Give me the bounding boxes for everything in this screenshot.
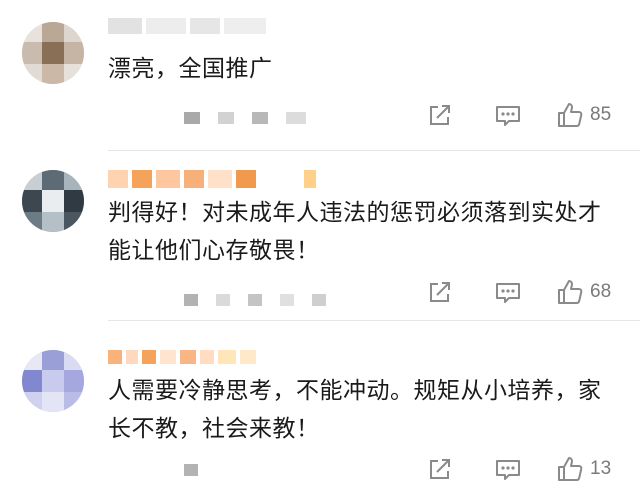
avatar[interactable] bbox=[22, 22, 84, 84]
like-button[interactable]: 13 bbox=[556, 455, 611, 483]
like-count: 68 bbox=[590, 281, 612, 302]
reply-button[interactable] bbox=[494, 458, 522, 482]
comment-text: 人需要冷静思考，不能冲动。规矩从小培养，家长不教，社会来教！ bbox=[108, 378, 602, 442]
comment-icon bbox=[496, 283, 520, 303]
comment-item: 漂亮，全国推广 85 bbox=[0, 0, 640, 150]
share-square-arrow-icon bbox=[430, 459, 450, 479]
comment-text: 漂亮，全国推广 bbox=[108, 56, 273, 82]
share-button[interactable] bbox=[427, 458, 453, 482]
like-count: 13 bbox=[590, 458, 612, 479]
share-button[interactable] bbox=[427, 281, 453, 305]
comment-item: 人需要冷静思考，不能冲动。规矩从小培养，家长不教，社会来教！ 13 bbox=[0, 320, 640, 490]
avatar[interactable] bbox=[22, 170, 84, 232]
thumbs-up-icon bbox=[558, 457, 583, 481]
thumbs-up-icon bbox=[558, 280, 583, 304]
comment-icon bbox=[496, 460, 520, 480]
share-button[interactable] bbox=[427, 104, 453, 128]
thumbs-up-icon bbox=[558, 103, 583, 127]
comment-meta-blurred bbox=[184, 112, 306, 124]
like-count: 85 bbox=[590, 104, 612, 125]
comment-item: 判得好！对未成年人违法的惩罚必须落到实处才能让他们心存敬畏！ 68 bbox=[0, 150, 640, 320]
username-blurred[interactable] bbox=[108, 18, 266, 40]
share-square-arrow-icon bbox=[430, 105, 450, 125]
comment-meta-blurred bbox=[184, 294, 326, 306]
like-button[interactable]: 85 bbox=[556, 101, 611, 129]
reply-button[interactable] bbox=[494, 104, 522, 128]
comment-meta-blurred bbox=[184, 464, 198, 476]
like-button[interactable]: 68 bbox=[556, 278, 611, 306]
comment-icon bbox=[496, 106, 520, 126]
username-blurred[interactable] bbox=[108, 350, 256, 372]
share-square-arrow-icon bbox=[430, 282, 450, 302]
comment-text: 判得好！对未成年人违法的惩罚必须落到实处才能让他们心存敬畏！ bbox=[108, 200, 602, 264]
avatar[interactable] bbox=[22, 350, 84, 412]
reply-button[interactable] bbox=[494, 281, 522, 305]
username-blurred[interactable] bbox=[108, 170, 316, 192]
